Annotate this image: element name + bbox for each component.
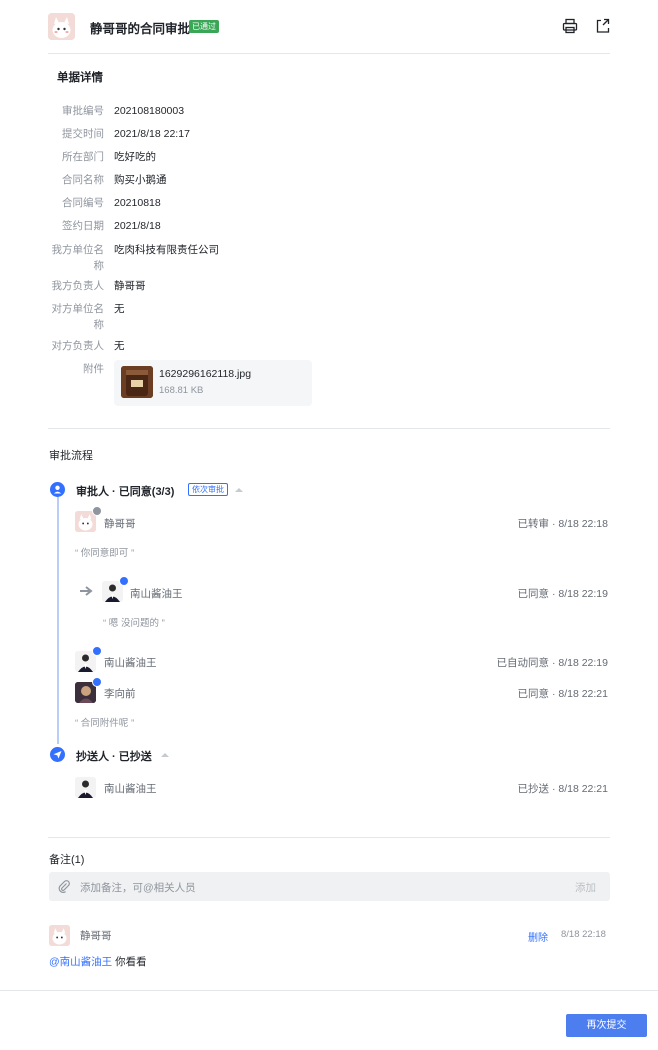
approver-status: 已转审 · 8/18 22:18 [517, 518, 608, 530]
field-label: 对方负责人 [51, 340, 105, 352]
transfer-badge-icon [92, 506, 102, 516]
cc-status: 已抄送 · 8/18 22:21 [517, 783, 608, 795]
approver-name: 李向前 [104, 688, 136, 700]
flow-section-title: 审批流程 [49, 450, 93, 462]
field-value: 2021/8/18 [114, 220, 161, 232]
person-avatar-icon [75, 777, 96, 798]
avatar [48, 13, 75, 40]
approver-status: 已同意 · 8/18 22:21 [517, 688, 608, 700]
image-thumbnail [121, 366, 153, 398]
approver-comment: “ 你同意即可 ” [75, 548, 135, 559]
footer-divider [0, 990, 658, 991]
share-icon[interactable] [594, 17, 612, 35]
attachment-filesize: 168.81 KB [159, 385, 204, 396]
field-label: 合同编号 [62, 197, 104, 209]
mention-link[interactable]: @南山酱油王 [49, 956, 112, 968]
attachment-filename: 1629296162118.jpg [159, 368, 252, 380]
field-value: 20210818 [114, 197, 161, 209]
paperclip-icon[interactable] [57, 879, 71, 896]
resubmit-button[interactable]: 再次提交 [566, 1014, 647, 1037]
approver-name: 南山酱油王 [104, 657, 157, 669]
cc-stage-icon [50, 747, 65, 762]
page-title: 静哥哥的合同审批 [90, 22, 191, 36]
field-label: 签约日期 [62, 220, 104, 232]
divider [48, 837, 610, 838]
avatar [49, 925, 70, 946]
approver-status: 已同意 · 8/18 22:19 [517, 588, 608, 600]
cc-stage-title: 抄送人 · 已抄送 [76, 751, 152, 763]
avatar [75, 777, 96, 798]
remark-placeholder: 添加备注，可@相关人员 [80, 882, 196, 894]
field-value: 无 [114, 340, 125, 352]
field-label: 对方单位名称 [51, 303, 105, 331]
collapse-caret-icon[interactable] [235, 488, 243, 492]
remark-content: @南山酱油王 你看看 [49, 954, 147, 969]
approver-status: 已自动同意 · 8/18 22:19 [496, 657, 608, 669]
field-value: 吃好吃的 [114, 151, 156, 163]
approver-stage-icon [50, 482, 65, 497]
approver-comment: “ 合同附件呢 ” [75, 718, 135, 729]
field-label: 所在部门 [62, 151, 104, 163]
print-icon[interactable] [561, 17, 579, 35]
delete-remark-link[interactable]: 删除 [528, 929, 548, 944]
field-label: 我方负责人 [51, 280, 105, 292]
field-label: 审批编号 [62, 105, 104, 117]
remark-author: 静哥哥 [80, 930, 112, 942]
details-section-title: 单据详情 [57, 72, 103, 84]
approved-check-icon [92, 677, 102, 687]
sequential-approval-tag: 依次审批 [188, 483, 228, 496]
cat-avatar-icon [49, 925, 70, 946]
field-value: 无 [114, 303, 125, 315]
attachment-label: 附件 [83, 363, 104, 375]
field-value: 2021/8/18 22:17 [114, 128, 190, 140]
approved-check-icon [119, 576, 129, 586]
approver-stage-title: 审批人 · 已同意(3/3) [76, 486, 175, 498]
divider [48, 428, 610, 429]
divider [48, 53, 610, 54]
field-label: 我方单位名称 [51, 244, 105, 272]
attachment-card[interactable]: 1629296162118.jpg 168.81 KB [114, 360, 312, 406]
remark-input[interactable]: 添加备注，可@相关人员 添加 [49, 872, 610, 901]
field-label: 提交时间 [62, 128, 104, 140]
approver-comment: “ 嗯 没问题的 ” [103, 618, 165, 629]
remark-text: 你看看 [112, 956, 147, 968]
field-value: 202108180003 [114, 105, 185, 117]
field-label: 合同名称 [62, 174, 104, 186]
cat-avatar-icon [48, 13, 75, 40]
status-badge: 已通过 [189, 20, 219, 33]
collapse-caret-icon[interactable] [161, 753, 169, 757]
approved-check-icon [92, 646, 102, 656]
approver-name: 静哥哥 [104, 518, 136, 530]
remarks-title: 备注(1) [49, 854, 85, 866]
timeline-line [57, 497, 59, 744]
field-value: 静哥哥 [114, 280, 146, 292]
field-value: 购买小鹅通 [114, 174, 167, 186]
jar-image-icon [121, 366, 153, 398]
approver-name: 南山酱油王 [130, 588, 183, 600]
remark-time: 8/18 22:18 [561, 929, 606, 940]
transfer-arrow-icon [79, 585, 95, 600]
add-remark-button[interactable]: 添加 [575, 880, 596, 895]
cc-name: 南山酱油王 [104, 783, 157, 795]
field-value: 吃肉科技有限责任公司 [114, 244, 219, 256]
